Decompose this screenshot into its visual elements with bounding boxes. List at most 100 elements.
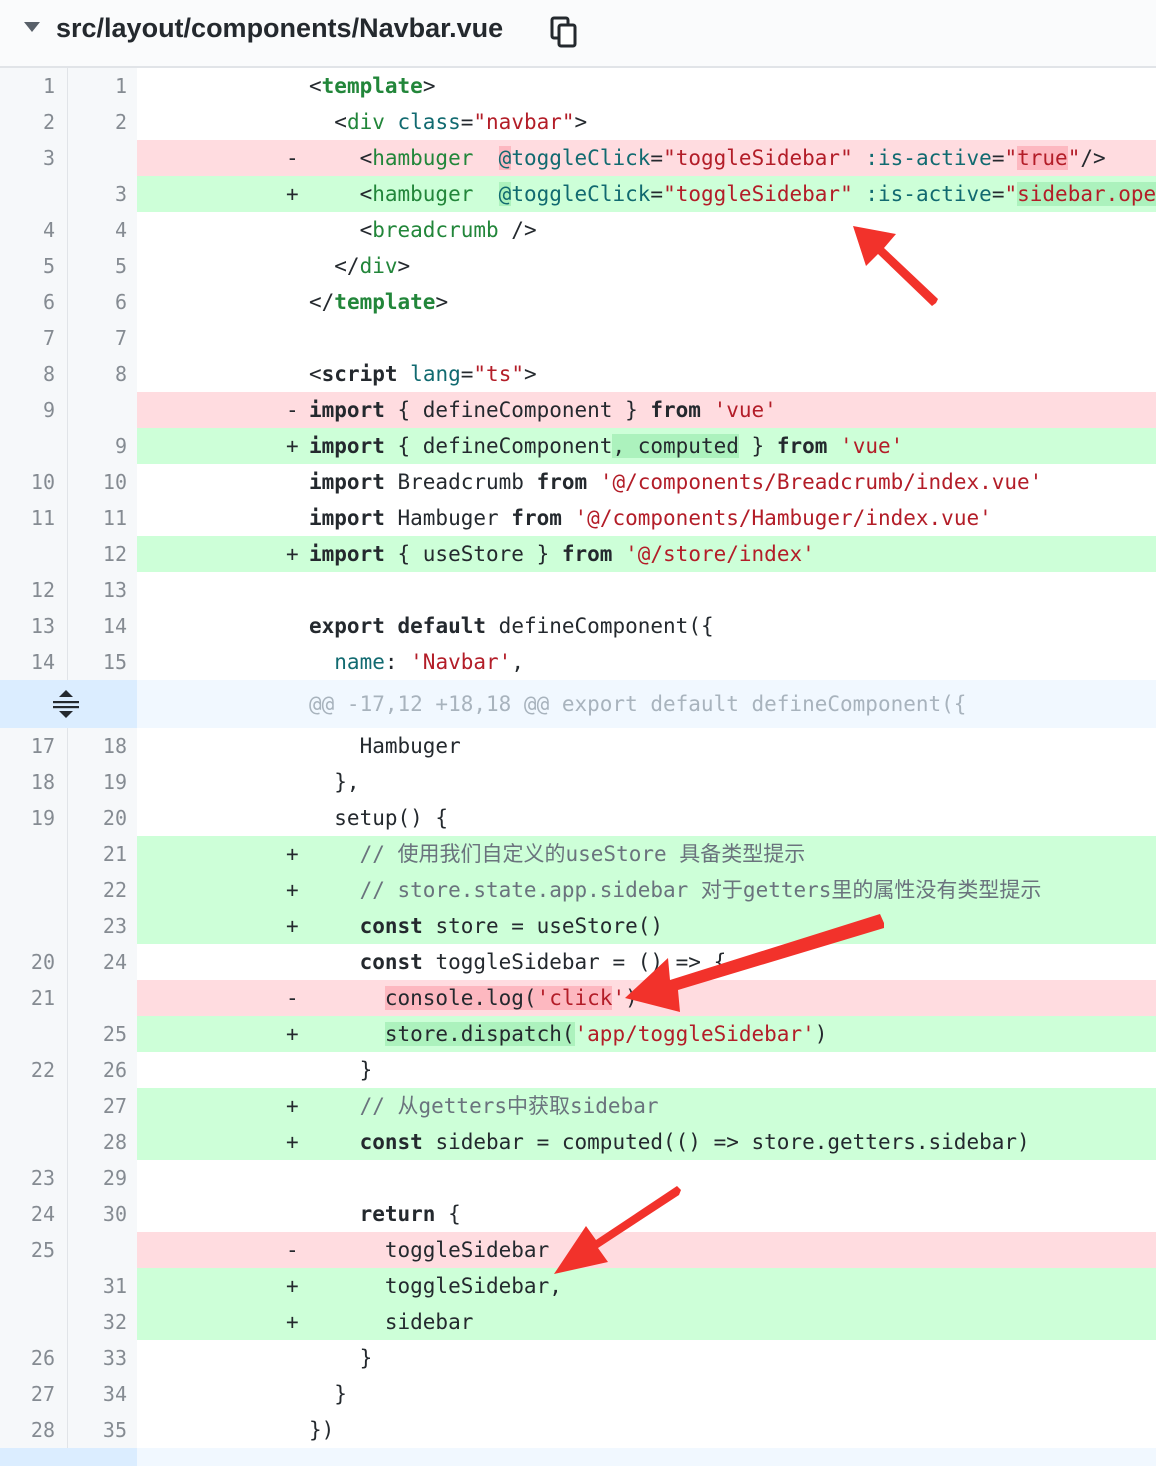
old-line-number[interactable] bbox=[0, 1448, 137, 1466]
code-content[interactable]: + store.dispatch('app/toggleSidebar') bbox=[137, 1016, 1156, 1052]
caret-down-icon[interactable] bbox=[24, 22, 40, 32]
expand-icon[interactable] bbox=[50, 688, 82, 720]
old-line-number[interactable]: 24 bbox=[0, 1196, 68, 1232]
old-line-number[interactable]: 6 bbox=[0, 284, 68, 320]
code-content[interactable]: Hambuger bbox=[137, 728, 1156, 764]
code-content[interactable] bbox=[137, 320, 1156, 356]
code-content[interactable]: + toggleSidebar, bbox=[137, 1268, 1156, 1304]
old-line-number[interactable]: 22 bbox=[0, 1052, 68, 1088]
code-content[interactable] bbox=[137, 1160, 1156, 1196]
new-line-number[interactable]: 15 bbox=[68, 644, 137, 680]
new-line-number[interactable]: 8 bbox=[68, 356, 137, 392]
code-content[interactable]: + <hambuger @toggleClick="toggleSidebar"… bbox=[137, 176, 1156, 212]
old-line-number[interactable] bbox=[0, 1124, 68, 1160]
old-line-number[interactable]: 20 bbox=[0, 944, 68, 980]
old-line-number[interactable] bbox=[0, 908, 68, 944]
new-line-number[interactable]: 14 bbox=[68, 608, 137, 644]
new-line-number[interactable]: 29 bbox=[68, 1160, 137, 1196]
code-content[interactable]: + const sidebar = computed(() => store.g… bbox=[137, 1124, 1156, 1160]
old-line-number[interactable]: 2 bbox=[0, 104, 68, 140]
code-content[interactable]: } bbox=[137, 1052, 1156, 1088]
code-content[interactable]: - console.log('click') bbox=[137, 980, 1156, 1016]
code-content[interactable]: + // 从getters中获取sidebar bbox=[137, 1088, 1156, 1124]
new-line-number[interactable]: 19 bbox=[68, 764, 137, 800]
old-line-number[interactable] bbox=[0, 872, 68, 908]
old-line-number[interactable]: 4 bbox=[0, 212, 68, 248]
old-line-number[interactable]: 14 bbox=[0, 644, 68, 680]
code-content[interactable]: <breadcrumb /> bbox=[137, 212, 1156, 248]
old-line-number[interactable]: 21 bbox=[0, 980, 68, 1016]
code-content[interactable]: }, bbox=[137, 764, 1156, 800]
old-line-number[interactable]: 25 bbox=[0, 1232, 68, 1268]
old-line-number[interactable]: 5 bbox=[0, 248, 68, 284]
code-content[interactable]: <div class="navbar"> bbox=[137, 104, 1156, 140]
new-line-number[interactable]: 35 bbox=[68, 1412, 137, 1448]
old-line-number[interactable]: 10 bbox=[0, 464, 68, 500]
code-content[interactable]: - <hambuger @toggleClick="toggleSidebar"… bbox=[137, 140, 1156, 176]
new-line-number[interactable]: 11 bbox=[68, 500, 137, 536]
old-line-number[interactable]: 27 bbox=[0, 1376, 68, 1412]
old-line-number[interactable]: 26 bbox=[0, 1340, 68, 1376]
new-line-number[interactable] bbox=[68, 980, 137, 1016]
new-line-number[interactable]: 26 bbox=[68, 1052, 137, 1088]
old-line-number[interactable] bbox=[0, 1304, 68, 1340]
old-line-number[interactable]: 3 bbox=[0, 140, 68, 176]
code-content[interactable]: + sidebar bbox=[137, 1304, 1156, 1340]
new-line-number[interactable]: 3 bbox=[68, 176, 137, 212]
code-content[interactable]: + import { useStore } from '@/store/index… bbox=[137, 536, 1156, 572]
code-content[interactable]: import Breadcrumb from '@/components/Bre… bbox=[137, 464, 1156, 500]
new-line-number[interactable]: 34 bbox=[68, 1376, 137, 1412]
new-line-number[interactable]: 22 bbox=[68, 872, 137, 908]
old-line-number[interactable]: 12 bbox=[0, 572, 68, 608]
expand-gutter[interactable] bbox=[0, 680, 137, 728]
new-line-number[interactable]: 21 bbox=[68, 836, 137, 872]
new-line-number[interactable] bbox=[68, 1232, 137, 1268]
new-line-number[interactable] bbox=[68, 392, 137, 428]
new-line-number[interactable]: 30 bbox=[68, 1196, 137, 1232]
code-content[interactable]: </div> bbox=[137, 248, 1156, 284]
old-line-number[interactable] bbox=[0, 176, 68, 212]
new-line-number[interactable]: 28 bbox=[68, 1124, 137, 1160]
copy-icon[interactable] bbox=[550, 16, 578, 48]
old-line-number[interactable]: 8 bbox=[0, 356, 68, 392]
old-line-number[interactable]: 19 bbox=[0, 800, 68, 836]
new-line-number[interactable]: 13 bbox=[68, 572, 137, 608]
code-content[interactable]: setup() { bbox=[137, 800, 1156, 836]
code-content[interactable]: }) bbox=[137, 1412, 1156, 1448]
new-line-number[interactable]: 1 bbox=[68, 68, 137, 104]
old-line-number[interactable] bbox=[0, 1088, 68, 1124]
old-line-number[interactable]: 13 bbox=[0, 608, 68, 644]
new-line-number[interactable]: 32 bbox=[68, 1304, 137, 1340]
new-line-number[interactable]: 6 bbox=[68, 284, 137, 320]
old-line-number[interactable] bbox=[0, 1016, 68, 1052]
new-line-number[interactable]: 31 bbox=[68, 1268, 137, 1304]
code-content[interactable]: export default defineComponent({ bbox=[137, 608, 1156, 644]
new-line-number[interactable]: 2 bbox=[68, 104, 137, 140]
new-line-number[interactable]: 24 bbox=[68, 944, 137, 980]
code-content[interactable]: + // store.state.app.sidebar 对于getters里的… bbox=[137, 872, 1156, 908]
code-content[interactable]: name: 'Navbar', bbox=[137, 644, 1156, 680]
old-line-number[interactable]: 9 bbox=[0, 392, 68, 428]
old-line-number[interactable]: 1 bbox=[0, 68, 68, 104]
new-line-number[interactable]: 27 bbox=[68, 1088, 137, 1124]
old-line-number[interactable]: 11 bbox=[0, 500, 68, 536]
new-line-number[interactable]: 9 bbox=[68, 428, 137, 464]
old-line-number[interactable]: 23 bbox=[0, 1160, 68, 1196]
code-content[interactable]: - toggleSidebar bbox=[137, 1232, 1156, 1268]
code-content[interactable]: <template> bbox=[137, 68, 1156, 104]
old-line-number[interactable] bbox=[0, 836, 68, 872]
code-content[interactable] bbox=[137, 572, 1156, 608]
old-line-number[interactable]: 18 bbox=[0, 764, 68, 800]
old-line-number[interactable] bbox=[0, 428, 68, 464]
old-line-number[interactable]: 7 bbox=[0, 320, 68, 356]
new-line-number[interactable]: 20 bbox=[68, 800, 137, 836]
code-content[interactable]: return { bbox=[137, 1196, 1156, 1232]
new-line-number[interactable]: 10 bbox=[68, 464, 137, 500]
code-content[interactable]: + // 使用我们自定义的useStore 具备类型提示 bbox=[137, 836, 1156, 872]
old-line-number[interactable] bbox=[0, 1268, 68, 1304]
new-line-number[interactable]: 18 bbox=[68, 728, 137, 764]
new-line-number[interactable]: 25 bbox=[68, 1016, 137, 1052]
code-content[interactable] bbox=[137, 1448, 1156, 1466]
new-line-number[interactable]: 4 bbox=[68, 212, 137, 248]
new-line-number[interactable]: 7 bbox=[68, 320, 137, 356]
